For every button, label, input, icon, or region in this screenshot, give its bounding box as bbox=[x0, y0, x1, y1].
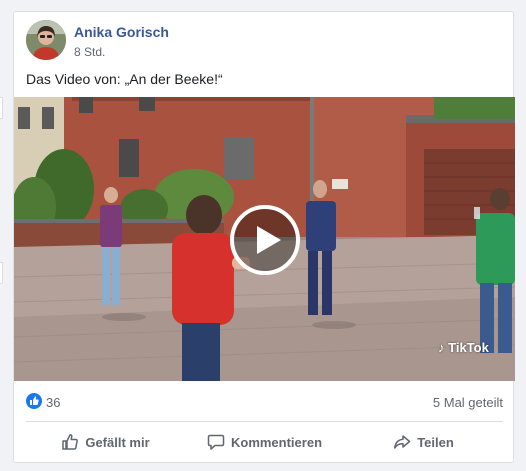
share-arrow-icon bbox=[394, 435, 411, 449]
tiktok-watermark: ♪ TikTok bbox=[438, 340, 489, 355]
left-edge bbox=[0, 0, 3, 471]
tiktok-label: TikTok bbox=[448, 340, 489, 355]
play-icon bbox=[230, 205, 300, 275]
thumbs-up-icon bbox=[62, 434, 79, 450]
share-button[interactable]: Teilen bbox=[344, 426, 503, 458]
like-button-label: Gefällt mir bbox=[85, 434, 150, 450]
post-stats: 36 5 Mal geteilt bbox=[26, 393, 503, 411]
post-caption: Das Video von: „An der Beeke!“ bbox=[26, 71, 223, 87]
video-player[interactable]: ♪ TikTok bbox=[14, 97, 515, 381]
post-timestamp[interactable]: 8 Std. bbox=[74, 45, 105, 59]
share-count[interactable]: 5 Mal geteilt bbox=[433, 395, 503, 410]
share-button-label: Teilen bbox=[417, 434, 454, 450]
comment-button[interactable]: Kommentieren bbox=[185, 426, 344, 458]
avatar[interactable] bbox=[26, 20, 66, 60]
actions-divider bbox=[26, 421, 503, 422]
like-button[interactable]: Gefällt mir bbox=[26, 426, 185, 458]
like-reaction-icon[interactable] bbox=[26, 393, 42, 409]
author-name[interactable]: Anika Gorisch bbox=[74, 24, 169, 40]
post-card: Anika Gorisch 8 Std. Das Video von: „An … bbox=[13, 11, 515, 463]
sidebar-edge-tab bbox=[0, 262, 3, 284]
like-count[interactable]: 36 bbox=[46, 395, 60, 410]
sidebar-edge-tab bbox=[0, 97, 3, 119]
post-actions: Gefällt mir Kommentieren Teilen bbox=[26, 426, 503, 458]
comment-icon bbox=[207, 434, 225, 450]
play-button[interactable] bbox=[229, 204, 301, 276]
comment-button-label: Kommentieren bbox=[230, 434, 323, 450]
tiktok-icon: ♪ bbox=[438, 340, 449, 355]
